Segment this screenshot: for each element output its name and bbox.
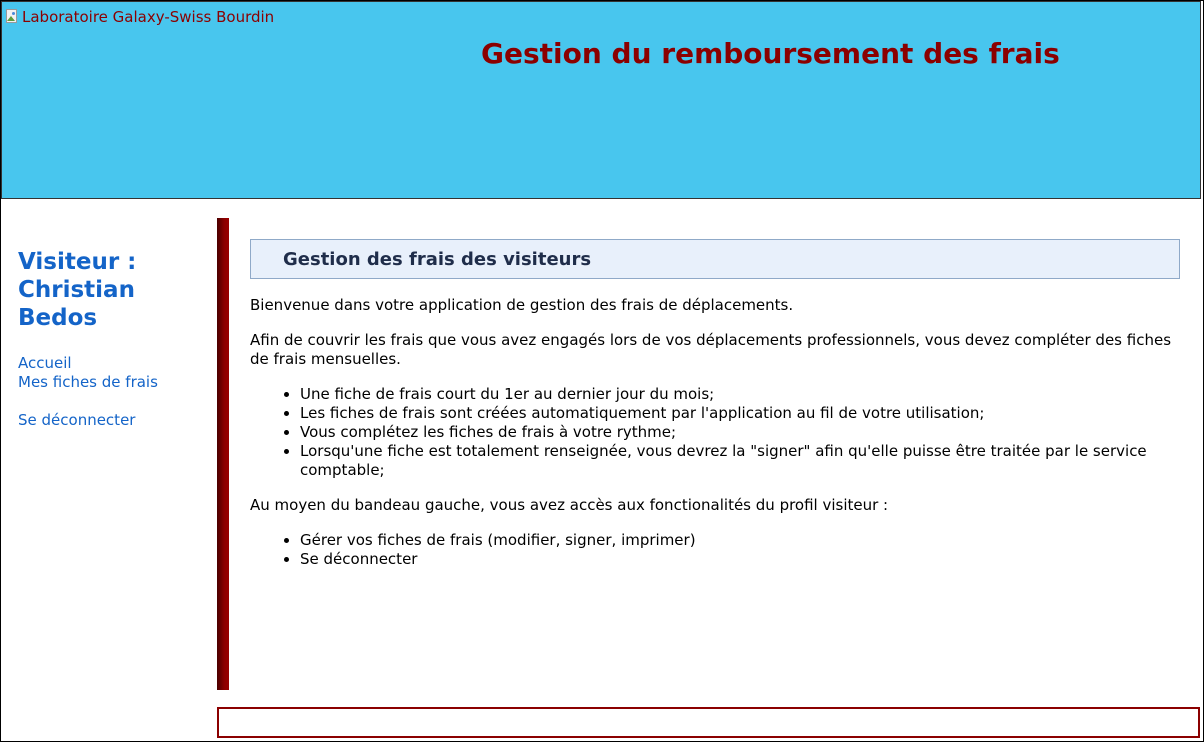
- features-intro-text: Au moyen du bandeau gauche, vous avez ac…: [250, 496, 889, 514]
- sidebar-nav: Accueil Mes fiches de frais Se déconnect…: [18, 354, 208, 430]
- header-banner: Laboratoire Galaxy-Swiss Bourdin Gestion…: [1, 1, 1201, 199]
- list-item: Une fiche de frais court du 1er au derni…: [300, 385, 1180, 404]
- nav-link-my-expense-sheets[interactable]: Mes fiches de frais: [18, 373, 208, 392]
- visitor-label: Visiteur :: [18, 249, 137, 275]
- company-logo: Laboratoire Galaxy-Swiss Bourdin: [5, 8, 274, 26]
- list-item: Gérer vos fiches de frais (modifier, sig…: [300, 531, 1180, 550]
- sidebar: Visiteur : Christian Bedos Accueil Mes f…: [18, 248, 208, 430]
- nav-link-logout[interactable]: Se déconnecter: [18, 411, 208, 430]
- intro-text: Bienvenue dans votre application de gest…: [250, 296, 794, 314]
- broken-image-icon: [5, 9, 19, 25]
- app-title: Gestion du remboursement des frais: [481, 37, 1060, 70]
- logo-alt-text: Laboratoire Galaxy-Swiss Bourdin: [22, 8, 275, 26]
- list-item: Lorsqu'une fiche est totalement renseign…: [300, 442, 1180, 480]
- content-title-box: Gestion des frais des visiteurs: [250, 239, 1180, 279]
- features-list: Gérer vos fiches de frais (modifier, sig…: [250, 531, 1180, 569]
- visitor-heading: Visiteur : Christian Bedos: [18, 248, 208, 332]
- visitor-name: Christian Bedos: [18, 277, 135, 331]
- list-item: Se déconnecter: [300, 550, 1180, 569]
- list-item: Les fiches de frais sont créées automati…: [300, 404, 1180, 423]
- description-text: Afin de couvrir les frais que vous avez …: [250, 331, 1172, 368]
- rules-list: Une fiche de frais court du 1er au derni…: [250, 385, 1180, 480]
- nav-link-home[interactable]: Accueil: [18, 354, 208, 373]
- footer-box: [217, 707, 1200, 738]
- content-title: Gestion des frais des visiteurs: [283, 248, 592, 270]
- main-content: Gestion des frais des visiteurs Bienvenu…: [250, 239, 1180, 585]
- list-item: Vous complétez les fiches de frais à vot…: [300, 423, 1180, 442]
- sidebar-divider: [217, 218, 229, 690]
